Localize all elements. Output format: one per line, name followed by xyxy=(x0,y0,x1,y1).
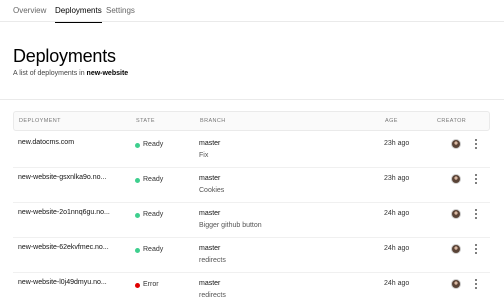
deployment-age: 24h ago xyxy=(384,245,410,252)
deployment-url[interactable]: new-website-62ekvfmec.no... xyxy=(18,244,109,251)
state-dot-icon xyxy=(135,143,140,148)
table-row[interactable]: new.datocms.com Ready master Fix 23h ago xyxy=(13,133,490,168)
branch-name: master xyxy=(199,210,221,217)
deployment-url[interactable]: new-website-gsxnlka9o.no... xyxy=(18,174,106,181)
deployment-age: 24h ago xyxy=(384,210,410,217)
more-vertical-icon[interactable] xyxy=(472,173,480,185)
state-dot-icon xyxy=(135,213,140,218)
table-row[interactable]: new-website-l0j49dmyu.no... Error master re… xyxy=(13,273,490,300)
column-header-state: STATE xyxy=(136,118,155,124)
column-header-deployment: DEPLOYMENT xyxy=(19,118,61,124)
more-vertical-icon[interactable] xyxy=(472,243,480,255)
commit-message: Cookies xyxy=(199,187,225,194)
deployment-age: 24h ago xyxy=(384,280,410,287)
state-dot-icon xyxy=(135,283,140,288)
creator-avatar[interactable] xyxy=(451,174,461,184)
subtitle-text: A list of deployments in xyxy=(13,70,87,77)
column-header-age: AGE xyxy=(385,118,398,124)
deployment-age: 23h ago xyxy=(384,140,410,147)
deployment-url[interactable]: new.datocms.com xyxy=(18,139,74,146)
page-header: Deployments A list of deployments in new… xyxy=(0,22,504,100)
column-header-branch: BRANCH xyxy=(200,118,226,124)
state-label: Ready xyxy=(143,141,164,148)
column-header-creator: CREATOR xyxy=(437,118,467,124)
commit-message: redirects xyxy=(199,292,226,299)
table-row[interactable]: new-website-gsxnlka9o.no... Ready master Co… xyxy=(13,168,490,203)
branch-name: master xyxy=(199,245,221,252)
creator-avatar[interactable] xyxy=(451,209,461,219)
state-label: Ready xyxy=(143,176,164,183)
project-name: new-website xyxy=(86,70,129,77)
state-label: Ready xyxy=(143,246,164,253)
table-row[interactable]: new-website-62ekvfmec.no... Ready master re… xyxy=(13,238,490,273)
state-dot-icon xyxy=(135,178,140,183)
state-label: Error xyxy=(143,281,159,288)
branch-name: master xyxy=(199,280,221,287)
creator-avatar[interactable] xyxy=(451,279,461,289)
deployment-age: 23h ago xyxy=(384,175,410,182)
top-tabs: Overview Deployments Settings xyxy=(0,0,504,23)
creator-avatar[interactable] xyxy=(451,139,461,149)
branch-name: master xyxy=(199,175,221,182)
creator-avatar[interactable] xyxy=(451,244,461,254)
state-label: Ready xyxy=(143,211,164,218)
more-vertical-icon[interactable] xyxy=(472,208,480,220)
page-title: Deployments xyxy=(13,46,116,66)
commit-message: Fix xyxy=(199,152,209,159)
state-dot-icon xyxy=(135,248,140,253)
page-subtitle: A list of deployments in new-website xyxy=(13,70,128,77)
tab-overview[interactable]: Overview xyxy=(13,6,46,22)
deployment-url[interactable]: new-website-2o1nnq6gu.no... xyxy=(18,209,110,216)
more-vertical-icon[interactable] xyxy=(472,138,480,150)
more-vertical-icon[interactable] xyxy=(472,278,480,290)
deployments-table: DEPLOYMENT STATE BRANCH AGE CREATOR new.… xyxy=(13,111,490,300)
table-row[interactable]: new-website-2o1nnq6gu.no... Ready master Bi… xyxy=(13,203,490,238)
commit-message: Bigger github button xyxy=(199,222,262,229)
deployment-url[interactable]: new-website-l0j49dmyu.no... xyxy=(18,279,107,286)
tab-deployments[interactable]: Deployments xyxy=(55,6,102,23)
branch-name: master xyxy=(199,140,221,147)
commit-message: redirects xyxy=(199,257,226,264)
table-header: DEPLOYMENT STATE BRANCH AGE CREATOR xyxy=(13,111,490,131)
tab-settings[interactable]: Settings xyxy=(106,6,135,22)
